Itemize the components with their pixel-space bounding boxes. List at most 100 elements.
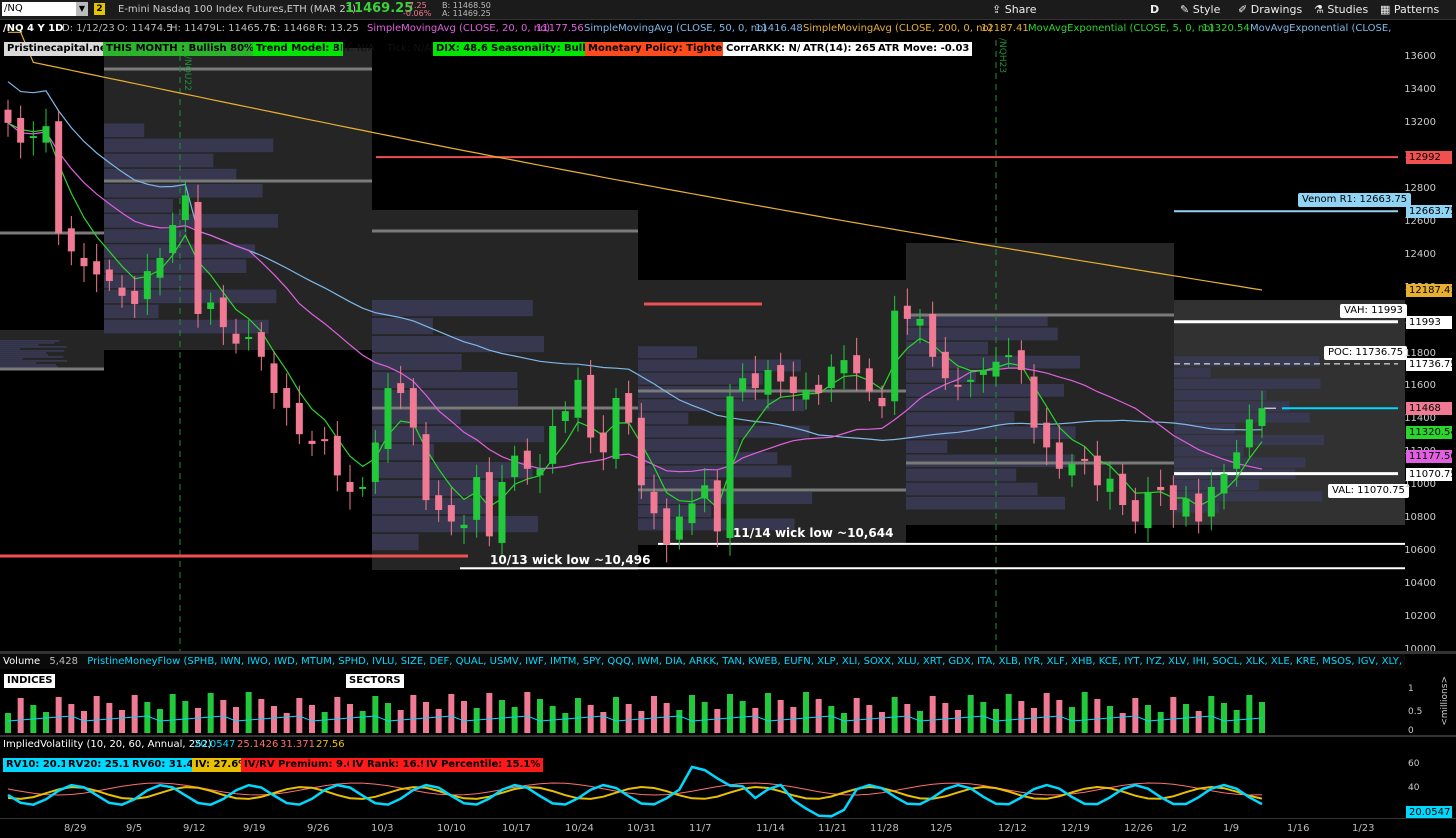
sma50-label[interactable]: SimpleMovingAvg (CLOSE, 50, 0, no): [584, 20, 767, 38]
candle-body: [42, 126, 50, 143]
candle-body: [1182, 498, 1190, 517]
candle-body: [789, 376, 797, 394]
profile-bar: [0, 350, 65, 352]
date-tick: 1/23: [1352, 823, 1375, 834]
price-chart-svg[interactable]: [0, 20, 1456, 651]
candle-body: [853, 355, 861, 374]
iv-axis-60: 60: [1408, 759, 1420, 769]
volume-chart-svg[interactable]: [0, 669, 1456, 735]
candle-body: [726, 396, 734, 538]
drawings-button[interactable]: ✐ Drawings: [1238, 3, 1302, 16]
profile-bar: [104, 123, 145, 138]
candle-body: [751, 373, 759, 389]
date-tick: 1/16: [1287, 823, 1310, 834]
profile-bar: [638, 412, 689, 425]
candle-body: [498, 481, 506, 543]
date-tick: 9/26: [307, 823, 330, 834]
volume-bar: [511, 707, 518, 733]
profile-bar: [372, 336, 545, 353]
candle-body: [67, 228, 75, 252]
ask-price: A: 11469.25: [442, 9, 491, 18]
profile-bar: [0, 352, 47, 354]
candle-body: [536, 468, 544, 476]
chevron-down-icon[interactable]: ▼: [76, 2, 88, 16]
symbol-text: /NQ: [4, 3, 23, 14]
ema-last-label[interactable]: MovAvgExponential (CLOSE,: [1250, 20, 1391, 38]
candle-body: [523, 450, 531, 469]
date-tick: 10/31: [627, 823, 656, 834]
iv-chart-svg[interactable]: [0, 753, 1456, 818]
candle-body: [29, 136, 37, 139]
profile-bar: [104, 274, 201, 289]
profile-bar: [1174, 401, 1290, 412]
volume-bar: [638, 711, 645, 733]
share-button[interactable]: ⇪ Share: [992, 3, 1036, 16]
volume-bar: [676, 710, 683, 733]
volume-bar: [701, 702, 708, 733]
style-button[interactable]: ✎ Style: [1180, 3, 1220, 16]
profile-bar: [906, 384, 1065, 397]
candle-body: [346, 481, 354, 492]
profile-bar: [104, 319, 269, 334]
candle: [612, 388, 620, 469]
candle-body: [397, 383, 405, 394]
candle-body: [1093, 455, 1101, 486]
volume-bar: [942, 703, 949, 733]
volume-bar: [904, 704, 911, 733]
profile-bar: [0, 348, 20, 350]
candle-body: [840, 360, 848, 374]
candle-body: [1207, 486, 1215, 517]
candle: [55, 111, 63, 246]
patterns-button[interactable]: ▦ Patterns: [1380, 3, 1439, 16]
profile-bar: [1174, 423, 1236, 434]
profile-bar: [104, 289, 277, 304]
studies-label: Studies: [1327, 3, 1369, 16]
sma200-value: 12187.41: [981, 23, 1029, 34]
candle-body: [245, 337, 253, 340]
volume-bar: [119, 710, 125, 733]
symbol-input[interactable]: /NQ ▼: [2, 2, 88, 16]
candle-body: [587, 374, 595, 438]
profile-bar: [372, 390, 519, 407]
candle-body: [447, 505, 455, 522]
price-label: 11993: [1406, 315, 1452, 329]
volume-bar: [81, 711, 87, 733]
volume-bar: [879, 712, 885, 733]
volume-bar: [397, 710, 404, 733]
candle: [422, 421, 430, 510]
volume-bar: [385, 703, 391, 733]
volume-bar: [841, 713, 847, 733]
volume-bar: [283, 713, 290, 733]
date-axis[interactable]: 8/29 9/5 9/12 9/19 9/26 10/3 10/10 10/17 10/24 10…: [0, 818, 1456, 838]
profile-bar: [372, 534, 419, 551]
studies-button[interactable]: ⚗ Studies: [1314, 3, 1368, 16]
iv-study-label[interactable]: ImpliedVolatility (10, 20, 60, Annual, 2…: [3, 737, 212, 753]
money-flow-study[interactable]: PristineMoneyFlow (SPHB, IWN, IWO, IWD, …: [87, 656, 1405, 667]
candle-body: [409, 388, 417, 428]
candle-body: [295, 402, 303, 435]
candle-body: [764, 369, 772, 395]
volume-bar: [727, 694, 733, 733]
timeframe-button[interactable]: D: [1150, 3, 1159, 16]
link-badge[interactable]: 2: [94, 3, 105, 15]
volume-bar: [1031, 708, 1037, 733]
callout-val: VAL: 11070.75: [1328, 483, 1409, 498]
candle-body: [194, 201, 202, 314]
sma200-label[interactable]: SimpleMovingAvg (CLOSE, 200, 0, no): [803, 20, 993, 38]
bar-open: O: 11474.5: [117, 23, 173, 34]
price-chart-panel[interactable]: [0, 20, 1456, 651]
vol-unit: <millions>: [1440, 676, 1450, 726]
volume-bar: [853, 698, 860, 733]
volume-bar: [321, 712, 328, 733]
volume-bar: [1107, 706, 1113, 733]
profile-bar: [638, 425, 810, 438]
tag-pristinecapital[interactable]: Pristinecapital.net: [4, 42, 115, 56]
share-label: Share: [1004, 3, 1037, 16]
date-tick: 12/26: [1124, 823, 1153, 834]
volume-bar: [663, 703, 670, 733]
ema5-label[interactable]: MovAvgExponential (CLOSE, 5, 0, no): [1028, 20, 1214, 38]
volume-bar: [144, 702, 151, 733]
sma20-label[interactable]: SimpleMovingAvg (CLOSE, 20, 0, no): [367, 20, 550, 38]
volume-bar: [752, 708, 759, 733]
candle-body: [181, 195, 189, 221]
